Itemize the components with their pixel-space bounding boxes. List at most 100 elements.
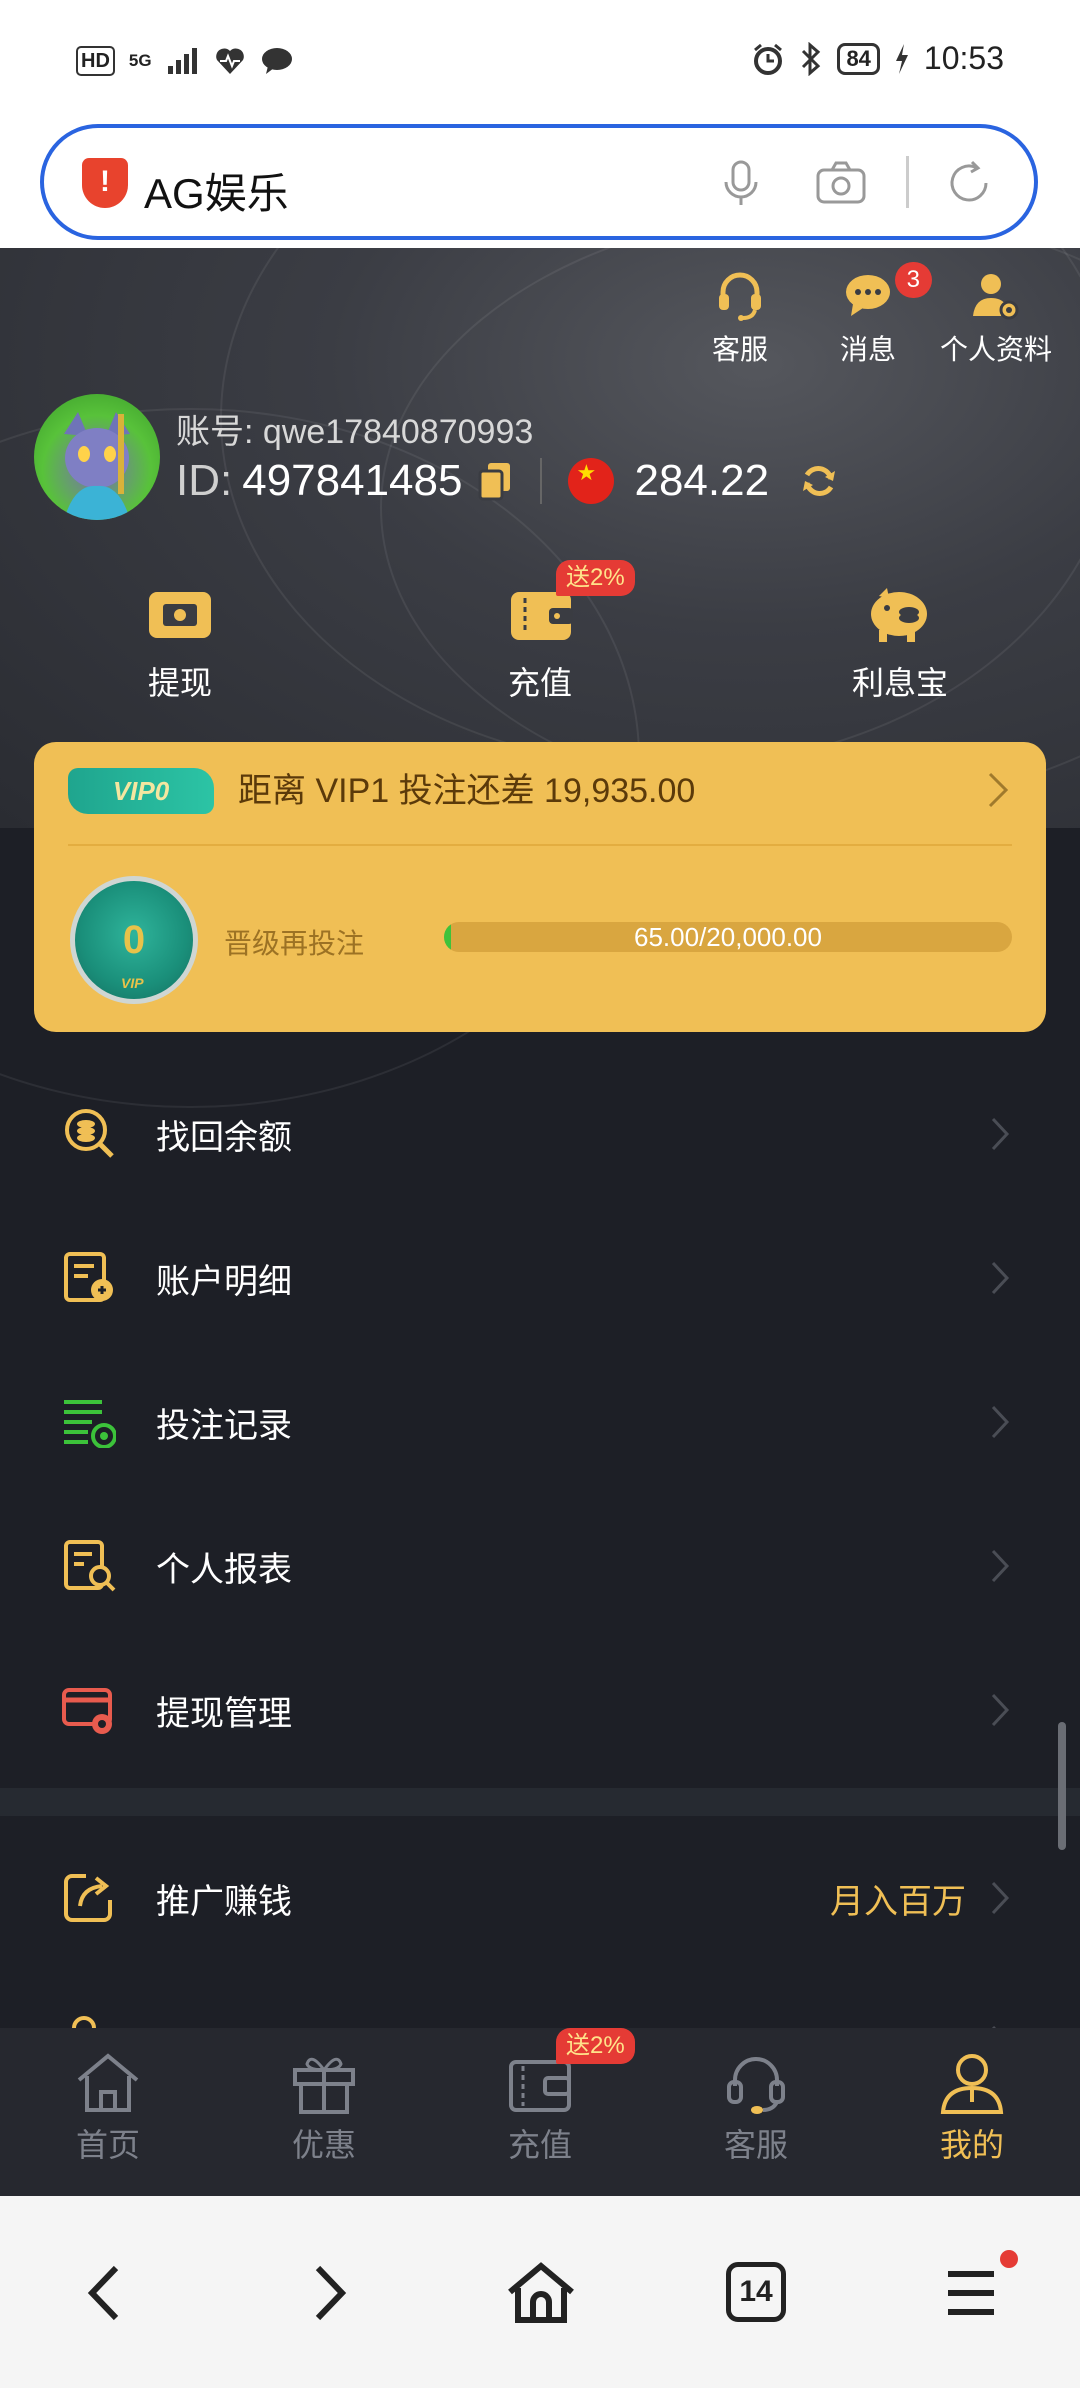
chevron-right-icon (991, 1261, 1010, 1295)
charging-icon (895, 43, 908, 74)
reload-icon[interactable] (942, 156, 996, 210)
app-content: 客服 3 消息 个人资料 账号: qwe17840870993 ID: 4978… (0, 248, 1080, 2196)
forward-icon[interactable] (292, 2258, 362, 2328)
tab-deposit[interactable]: 送2% 充值 (432, 2028, 648, 2196)
vip-medal-level: 0 (122, 918, 146, 962)
account-label: 账号: (176, 413, 254, 451)
tab-customer-service[interactable]: 客服 (648, 2028, 864, 2196)
vip-divider (68, 844, 1012, 846)
tab-mine[interactable]: 我的 (864, 2028, 1080, 2196)
hd-icon: HD (76, 46, 115, 76)
piggy-bank-icon (871, 588, 927, 642)
menu-label: 账户明细 (156, 1263, 292, 1301)
tab-label: 客服 (723, 2127, 788, 2163)
vip-medal-text: VIP (121, 975, 144, 991)
menu-item-bet-records[interactable]: 投注记录 (0, 1348, 1080, 1492)
chevron-right-icon (991, 1405, 1010, 1439)
menu-label: 找回余额 (156, 1119, 292, 1157)
status-bar: HD 5G 84 10:53 (0, 0, 1080, 122)
tab-label: 优惠 (291, 2127, 356, 2163)
back-icon[interactable] (72, 2258, 142, 2328)
camera-icon[interactable] (814, 156, 868, 210)
tab-label: 首页 (75, 2127, 140, 2163)
customer-service-button[interactable]: 客服 (676, 268, 804, 368)
china-flag-icon (568, 458, 615, 504)
menu-icon[interactable] (938, 2258, 1008, 2328)
quick-actions: 提现 送2% 充值 利息宝 (0, 560, 1080, 704)
user-settings-icon (973, 274, 1019, 320)
vip-progress-bar: 65.00/20,000.00 (444, 922, 1012, 952)
coin-search-icon (65, 1109, 114, 1158)
signal-icon (167, 48, 197, 74)
balance-value: 284.22 (634, 456, 770, 505)
card-settings-icon (62, 1688, 112, 1734)
network-label: 5G (128, 51, 152, 70)
bottom-tab-bar: 首页 优惠 送2% 充值 客服 我的 (0, 2028, 1080, 2196)
status-right: 84 10:53 (751, 40, 1004, 77)
profile-button[interactable]: 个人资料 (932, 268, 1060, 368)
menu-item-account-details[interactable]: 账户明细 (0, 1204, 1080, 1348)
tab-home[interactable]: 首页 (0, 2028, 216, 2196)
menu-item-personal-report[interactable]: 个人报表 (0, 1492, 1080, 1636)
interest-treasure-label: 利息宝 (851, 665, 948, 701)
withdraw-icon (149, 592, 211, 638)
status-left: HD 5G (76, 46, 294, 76)
vip-card[interactable]: VIP0 距离 VIP1 投注还差 19,935.00 0 VIP 晋级再投注 … (34, 742, 1046, 1032)
menu-label: 投注记录 (156, 1407, 292, 1445)
address-field[interactable]: ! AG娱乐 (40, 124, 1038, 240)
security-shield-icon[interactable]: ! (82, 158, 128, 208)
url-divider (906, 156, 909, 208)
avatar[interactable] (34, 394, 160, 520)
menu-list: 找回余额 账户明细 投注记录 个人报表 提现管理 推广赚钱 月入百万 (0, 1060, 1080, 2112)
user-icon (940, 2054, 1004, 2114)
id-label: ID: (176, 456, 233, 505)
bet-record-icon (64, 1400, 116, 1448)
copy-icon[interactable] (478, 461, 514, 501)
chevron-right-icon (988, 772, 1009, 808)
account-detail-icon (64, 1252, 113, 1302)
home-icon (77, 2053, 139, 2112)
heart-rate-icon (215, 48, 244, 74)
withdraw-label: 提现 (147, 665, 212, 701)
deposit-label: 充值 (507, 665, 572, 701)
deposit-button[interactable]: 送2% 充值 (360, 560, 720, 704)
menu-item-recover-balance[interactable]: 找回余额 (0, 1060, 1080, 1204)
avatar-cat-image (64, 412, 130, 520)
notification-dot (1000, 2250, 1018, 2268)
interest-treasure-button[interactable]: 利息宝 (720, 584, 1080, 704)
referral-promo-text: 月入百万 (830, 1883, 966, 1921)
chevron-right-icon (991, 1549, 1010, 1583)
bluetooth-icon (802, 41, 821, 76)
tabs-count-button[interactable]: 14 (726, 2262, 786, 2322)
browser-home-icon[interactable] (506, 2258, 576, 2328)
header-actions: 客服 3 消息 个人资料 (676, 262, 1060, 368)
customer-service-label: 客服 (711, 334, 768, 365)
vip-message: 距离 VIP1 投注还差 19,935.00 (238, 772, 696, 810)
deposit-bonus-badge: 送2% (556, 2028, 635, 2064)
battery-level: 84 (837, 42, 880, 75)
browser-url-bar: ! AG娱乐 (0, 122, 1080, 248)
menu-item-withdraw-management[interactable]: 提现管理 (0, 1636, 1080, 1780)
clock: 10:53 (923, 40, 1004, 76)
divider (540, 458, 543, 504)
scrollbar-thumb[interactable] (1058, 1722, 1066, 1850)
menu-item-referral[interactable]: 推广赚钱 月入百万 (0, 1824, 1080, 1968)
chevron-right-icon (991, 1117, 1010, 1151)
account-value: qwe17840870993 (262, 413, 534, 451)
tab-label: 我的 (939, 2127, 1004, 2163)
refresh-balance-icon[interactable] (799, 461, 839, 501)
chevron-right-icon (991, 1693, 1010, 1727)
chevron-right-icon (991, 1881, 1010, 1915)
address-text[interactable]: AG娱乐 (144, 160, 289, 221)
report-icon (64, 1540, 116, 1592)
tab-label: 充值 (507, 2127, 572, 2163)
messages-button[interactable]: 3 消息 (804, 262, 932, 368)
gift-icon (293, 2057, 355, 2114)
tab-promotions[interactable]: 优惠 (216, 2028, 432, 2196)
withdraw-button[interactable]: 提现 (0, 584, 360, 704)
menu-section-divider (0, 1788, 1080, 1816)
browser-navigation-bar: 14 (0, 2196, 1080, 2388)
chat-icon (846, 275, 890, 316)
alarm-icon (754, 43, 783, 75)
microphone-icon[interactable] (714, 156, 768, 210)
